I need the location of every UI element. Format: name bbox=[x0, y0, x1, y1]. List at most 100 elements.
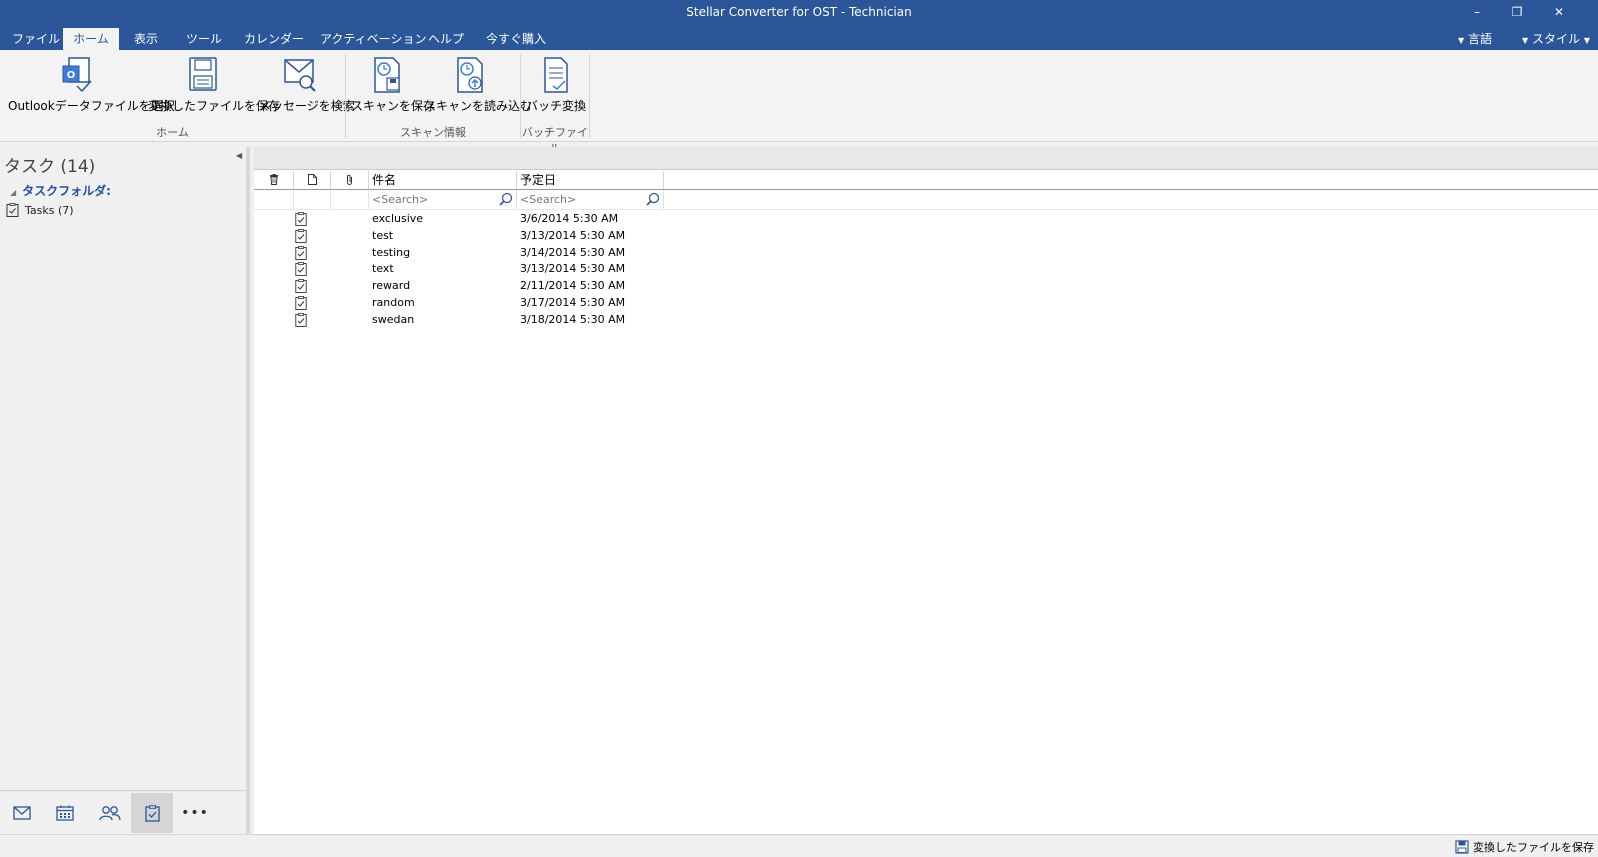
style-label: スタイル bbox=[1531, 32, 1580, 46]
nav-contacts-button[interactable] bbox=[89, 793, 131, 833]
filter-cell-type bbox=[294, 191, 331, 209]
ribbon-group-home: ホーム bbox=[156, 126, 189, 139]
tab-buy-now[interactable]: 今すぐ購入 bbox=[476, 28, 556, 50]
close-button[interactable]: ✕ bbox=[1544, 2, 1574, 22]
task-due-date: 2/11/2014 5:30 AM bbox=[520, 279, 626, 293]
language-label: 言語 bbox=[1467, 32, 1492, 46]
tab-tools[interactable]: ツール bbox=[176, 28, 232, 50]
list-header-band bbox=[254, 147, 1598, 170]
tree-item-task-folder[interactable]: ◢ タスクフォルダ: bbox=[10, 182, 111, 199]
task-icon bbox=[295, 296, 307, 313]
save-converted-file-label: 変換したファイルを保存 bbox=[148, 99, 281, 113]
nav-tasks-button[interactable] bbox=[131, 793, 173, 833]
task-subject: exclusive bbox=[372, 212, 424, 225]
table-row[interactable]: text 3/13/2014 5:30 AM bbox=[254, 261, 954, 278]
task-subject: test bbox=[372, 228, 394, 242]
column-header-attachment[interactable] bbox=[331, 171, 369, 189]
filter-divider bbox=[254, 209, 1598, 210]
task-due-date: 3/17/2014 5:30 AM bbox=[520, 296, 626, 309]
svg-text:O: O bbox=[67, 70, 76, 81]
ribbon-separator bbox=[589, 54, 590, 138]
dropdown-arrow-icon: ▼ bbox=[1583, 36, 1590, 45]
dropdown-arrow-icon: ▼ bbox=[1522, 36, 1529, 45]
table-row[interactable]: test 3/13/2014 5:30 AM bbox=[254, 228, 954, 245]
title-bar: Stellar Converter for OST - Technician –… bbox=[0, 0, 1598, 26]
nav-more-button[interactable]: ••• bbox=[174, 793, 216, 833]
task-subject: testing bbox=[372, 245, 411, 259]
search-message-button[interactable]: メッセージを検索 bbox=[259, 54, 355, 124]
load-scan-label: スキャンを読み込む bbox=[424, 99, 533, 113]
tab-calendar[interactable]: カレンダー bbox=[234, 28, 314, 50]
task-icon bbox=[295, 262, 307, 279]
nav-mail-button[interactable] bbox=[1, 793, 43, 833]
task-icon bbox=[295, 279, 307, 296]
tab-home[interactable]: ホーム bbox=[63, 28, 119, 50]
menu-bar: ファイル ホーム 表示 ツール カレンダー アクティベーション ヘルプ 今すぐ購… bbox=[0, 26, 1598, 50]
restore-button[interactable]: ❐ bbox=[1502, 2, 1532, 22]
tab-help[interactable]: ヘルプ bbox=[418, 28, 474, 50]
column-header-delete[interactable] bbox=[254, 171, 294, 189]
task-subject: swedan bbox=[372, 312, 415, 326]
outlook-file-icon: O bbox=[62, 57, 92, 93]
task-due-date: 3/6/2014 5:30 AM bbox=[520, 212, 619, 225]
minimize-button[interactable]: – bbox=[1462, 2, 1492, 22]
calendar-icon bbox=[56, 805, 74, 821]
table-row[interactable]: reward 2/11/2014 5:30 AM bbox=[254, 278, 954, 295]
task-subject: reward bbox=[372, 279, 411, 293]
table-row[interactable]: testing 3/14/2014 5:30 AM bbox=[254, 245, 954, 262]
task-subject: text bbox=[372, 262, 394, 276]
document-icon bbox=[307, 174, 317, 185]
table-row[interactable]: random 3/17/2014 5:30 AM bbox=[254, 295, 954, 312]
due-date-search-placeholder: <Search> bbox=[520, 193, 577, 206]
style-menu[interactable]: ▼ スタイル ▼ bbox=[1522, 28, 1590, 50]
column-header-due-date[interactable]: 予定日 bbox=[517, 171, 664, 189]
collapse-pane-icon[interactable]: ◀ bbox=[236, 151, 242, 160]
table-row[interactable]: swedan 3/18/2014 5:30 AM bbox=[254, 312, 954, 329]
batch-convert-button[interactable]: バッチ変換 bbox=[526, 54, 587, 124]
due-date-search-input[interactable]: <Search> bbox=[517, 191, 664, 209]
expand-triangle-icon: ◢ bbox=[10, 188, 17, 197]
save-icon bbox=[1455, 840, 1469, 854]
ribbon: O Outlookデータファイルを選択 変換したファイルを保存 メッセージを検索… bbox=[0, 50, 1598, 155]
task-list-pane: 件名 予定日 <Search> <Search> exclusive 3/6/20… bbox=[254, 147, 1598, 834]
search-icon[interactable] bbox=[646, 192, 660, 206]
nav-calendar-button[interactable] bbox=[44, 793, 86, 833]
header-divider bbox=[254, 189, 1598, 190]
status-save-label: 変換したファイルを保存 bbox=[1473, 841, 1594, 854]
subject-search-input[interactable]: <Search> bbox=[369, 191, 517, 209]
column-header-subject[interactable]: 件名 bbox=[369, 171, 517, 189]
save-scan-button[interactable]: スキャンを保存 bbox=[351, 54, 436, 124]
search-icon[interactable] bbox=[499, 192, 513, 206]
tree-item-tasks[interactable]: Tasks (7) bbox=[6, 203, 74, 217]
contacts-icon bbox=[99, 806, 121, 821]
subject-search-placeholder: <Search> bbox=[372, 193, 429, 206]
save-scan-label: スキャンを保存 bbox=[351, 99, 436, 113]
task-due-date: 3/18/2014 5:30 AM bbox=[520, 312, 626, 326]
select-outlook-file-button[interactable]: O Outlookデータファイルを選択 bbox=[8, 54, 175, 124]
navigation-bar: ••• bbox=[0, 790, 246, 834]
paperclip-icon bbox=[347, 174, 352, 185]
task-folder-label: タスクフォルダ: bbox=[22, 184, 111, 198]
load-scan-icon bbox=[457, 57, 483, 93]
task-subject: random bbox=[372, 296, 415, 309]
window-title: Stellar Converter for OST - Technician bbox=[686, 5, 912, 19]
language-menu[interactable]: ▼ 言語 bbox=[1458, 28, 1492, 50]
search-message-icon bbox=[284, 59, 316, 92]
task-icon bbox=[295, 228, 307, 246]
status-bar: 変換したファイルを保存 bbox=[0, 834, 1598, 857]
load-scan-button[interactable]: スキャンを読み込む bbox=[424, 54, 533, 124]
status-save-converted-button[interactable]: 変換したファイルを保存 bbox=[1455, 839, 1594, 855]
save-scan-icon bbox=[374, 57, 400, 93]
column-header-type[interactable] bbox=[294, 171, 331, 189]
trash-icon bbox=[269, 174, 278, 185]
batch-convert-label: バッチ変換 bbox=[526, 99, 587, 113]
table-row[interactable]: exclusive 3/6/2014 5:30 AM bbox=[254, 211, 954, 228]
tab-file[interactable]: ファイル bbox=[2, 28, 70, 50]
save-converted-file-button[interactable]: 変換したファイルを保存 bbox=[148, 54, 281, 124]
tasks-folder-label: Tasks (7) bbox=[25, 204, 74, 217]
search-message-label: メッセージを検索 bbox=[259, 99, 355, 113]
ribbon-group-scan-info: スキャン情報 bbox=[400, 126, 466, 139]
tasks-icon bbox=[144, 804, 160, 822]
tab-view[interactable]: 表示 bbox=[124, 28, 168, 50]
pane-title: タスク (14) bbox=[4, 157, 96, 177]
